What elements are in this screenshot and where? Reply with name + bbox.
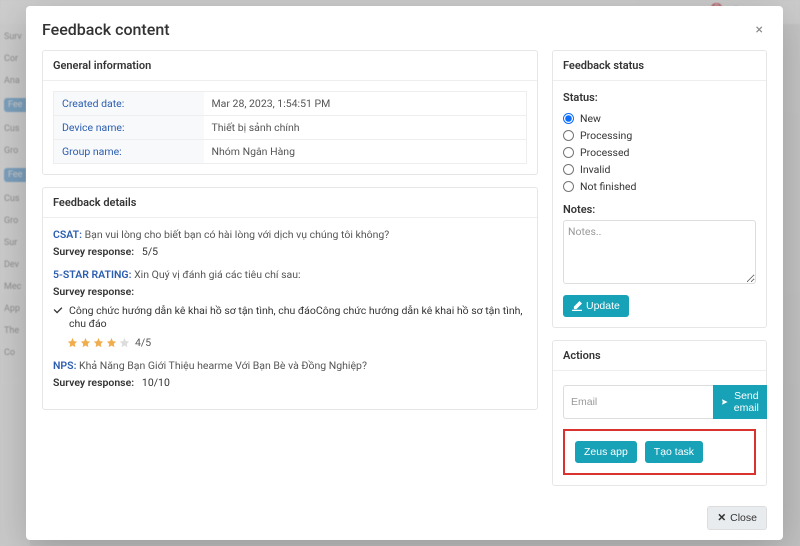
notes-input[interactable] <box>563 220 756 284</box>
criterion-row: Công chức hướng dẫn kê khai hồ sơ tận tì… <box>53 304 527 330</box>
status-option[interactable]: Processed <box>563 146 756 159</box>
info-val: Thiết bị sảnh chính <box>204 116 527 140</box>
table-row: Group name: Nhóm Ngân Hàng <box>54 140 527 164</box>
criterion-text: Công chức hướng dẫn kê khai hồ sơ tận tì… <box>69 304 527 330</box>
star-question: Xin Quý vị đánh giá các tiêu chí sau: <box>134 268 301 281</box>
status-label: Status: <box>563 91 756 104</box>
status-radio-processing[interactable] <box>563 130 574 141</box>
status-radio-new[interactable] <box>563 113 574 124</box>
highlighted-actions: Zeus app Tạo task <box>563 429 756 475</box>
info-key: Group name: <box>54 140 204 164</box>
send-email-label: Send email <box>732 390 761 414</box>
send-email-button[interactable]: Send email <box>713 385 767 419</box>
status-option[interactable]: Invalid <box>563 163 756 176</box>
status-option-label: Invalid <box>580 163 610 176</box>
status-option-label: Processed <box>580 146 629 159</box>
close-button-label: Close <box>730 512 757 524</box>
zeus-app-label: Zeus app <box>584 446 628 458</box>
star-rating-row: 5-STAR RATING: Xin Quý vị đánh giá các t… <box>53 268 527 349</box>
modal-title: Feedback content <box>42 20 170 39</box>
response-label: Survey response: <box>53 245 134 258</box>
nps-question: Khả Năng Bạn Giới Thiệu hearme Với Bạn B… <box>79 359 367 372</box>
response-label: Survey response: <box>53 376 134 389</box>
close-button[interactable]: ✕ Close <box>707 506 767 530</box>
update-button-label: Update <box>586 300 620 312</box>
close-x-icon: ✕ <box>717 512 726 524</box>
feedback-details-card: Feedback details CSAT: Bạn vui lòng cho … <box>42 187 538 410</box>
edit-icon <box>572 301 582 311</box>
status-option-label: Not finished <box>580 180 636 193</box>
csat-row: CSAT: Bạn vui lòng cho biết bạn có hài l… <box>53 228 527 258</box>
send-icon <box>722 397 728 407</box>
star-icon <box>119 337 130 348</box>
star-icon <box>80 337 91 348</box>
feedback-status-card: Feedback status Status: New Processing P… <box>552 50 767 328</box>
status-option[interactable]: Not finished <box>563 180 756 193</box>
check-icon <box>53 305 63 315</box>
star-icon <box>93 337 104 348</box>
status-radio-processed[interactable] <box>563 147 574 158</box>
card-header: Feedback details <box>43 188 537 218</box>
star-icon <box>67 337 78 348</box>
status-option[interactable]: New <box>563 112 756 125</box>
status-radio-notfinished[interactable] <box>563 181 574 192</box>
create-task-label: Tạo task <box>654 446 694 458</box>
table-row: Device name: Thiết bị sảnh chính <box>54 116 527 140</box>
card-header: Actions <box>553 341 766 371</box>
general-info-card: General information Created date: Mar 28… <box>42 50 538 175</box>
update-button[interactable]: Update <box>563 295 629 317</box>
csat-question: Bạn vui lòng cho biết bạn có hài lòng vớ… <box>85 228 390 241</box>
card-header: Feedback status <box>553 51 766 81</box>
nps-row: NPS: Khả Năng Bạn Giới Thiệu hearme Với … <box>53 359 527 389</box>
notes-label: Notes: <box>563 203 756 216</box>
csat-response: 5/5 <box>142 245 158 258</box>
info-table: Created date: Mar 28, 2023, 1:54:51 PM D… <box>53 91 527 164</box>
zeus-app-button[interactable]: Zeus app <box>575 441 637 463</box>
nps-response: 10/10 <box>142 376 170 389</box>
star-rating: 4/5 <box>67 336 527 349</box>
actions-card: Actions Send email Zeus app <box>552 340 767 486</box>
card-header: General information <box>43 51 537 81</box>
star-icon <box>106 337 117 348</box>
status-option-label: New <box>580 112 601 125</box>
star-rating-text: 4/5 <box>135 336 151 349</box>
info-val: Mar 28, 2023, 1:54:51 PM <box>204 92 527 116</box>
email-input[interactable] <box>563 385 713 419</box>
info-key: Device name: <box>54 116 204 140</box>
feedback-modal: Feedback content × General information C… <box>26 6 783 540</box>
status-option-label: Processing <box>580 129 632 142</box>
info-key: Created date: <box>54 92 204 116</box>
info-val: Nhóm Ngân Hàng <box>204 140 527 164</box>
status-option[interactable]: Processing <box>563 129 756 142</box>
response-label: Survey response: <box>53 285 134 298</box>
table-row: Created date: Mar 28, 2023, 1:54:51 PM <box>54 92 527 116</box>
create-task-button[interactable]: Tạo task <box>645 441 703 463</box>
star-label: 5-STAR RATING: <box>53 268 131 281</box>
nps-label: NPS: <box>53 359 76 372</box>
close-icon[interactable]: × <box>752 20 767 40</box>
status-radio-invalid[interactable] <box>563 164 574 175</box>
csat-label: CSAT: <box>53 228 82 241</box>
